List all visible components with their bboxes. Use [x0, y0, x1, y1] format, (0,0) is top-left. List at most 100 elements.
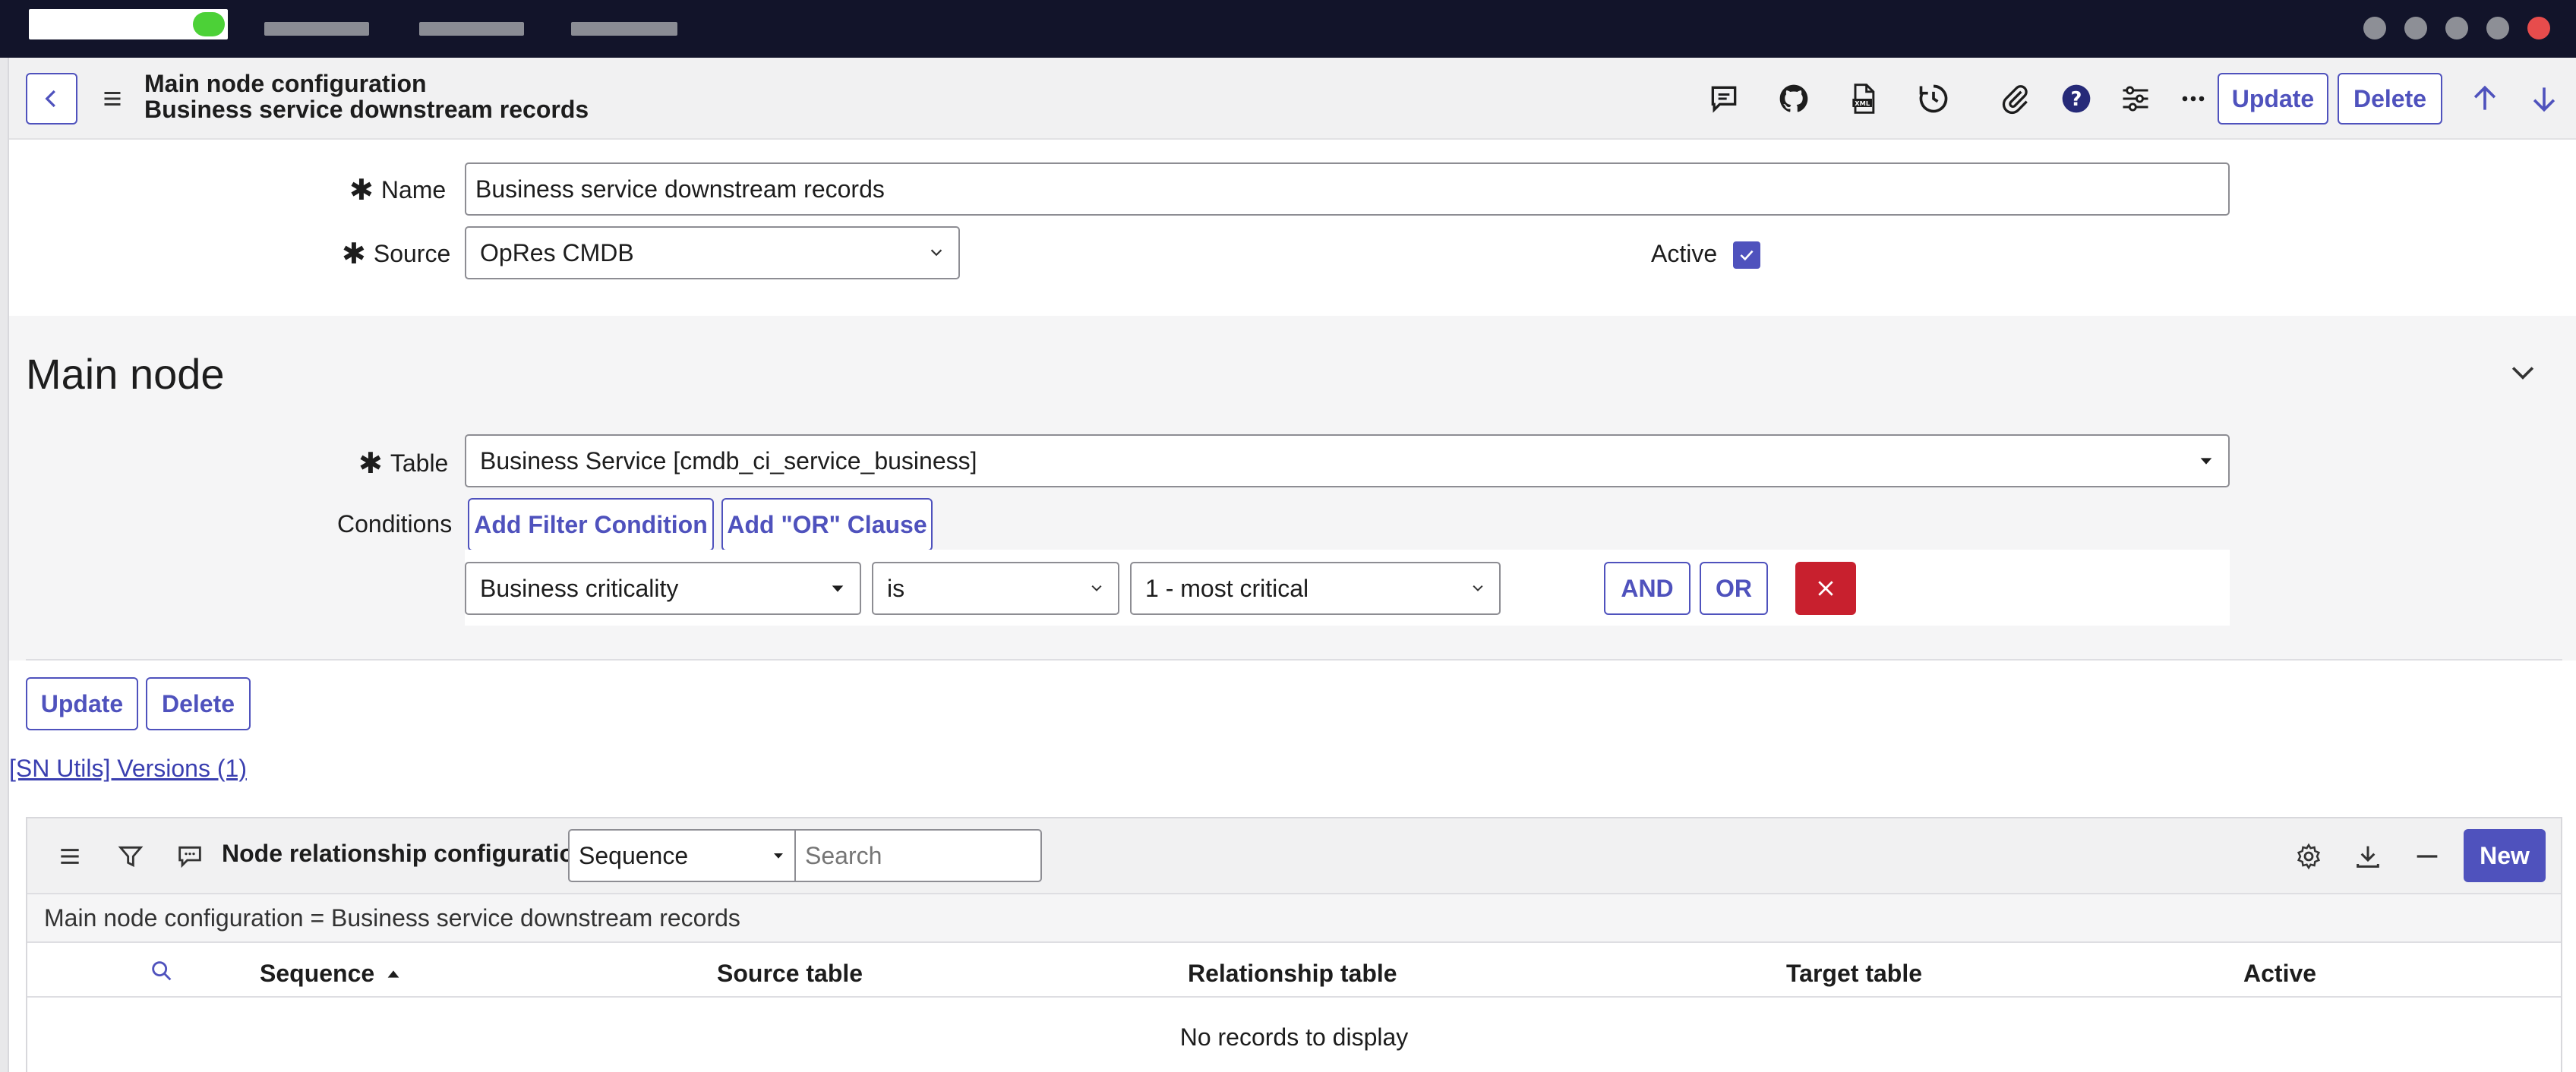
arrow-up-icon[interactable]: [2462, 76, 2508, 121]
close-icon: [1818, 581, 1833, 596]
condition-field-select[interactable]: Business criticality: [465, 562, 861, 615]
table-column-headers: Sequence Source table Relationship table…: [27, 944, 2561, 998]
delete-button[interactable]: Delete: [2338, 73, 2442, 125]
nav-menu-item[interactable]: [419, 22, 524, 36]
status-indicator-icon: [193, 12, 225, 36]
column-header-sequence[interactable]: Sequence: [260, 960, 402, 988]
search-field-select[interactable]: Sequence: [568, 829, 796, 882]
condition-operator-value: is: [887, 574, 905, 602]
github-icon[interactable]: [1771, 76, 1817, 121]
required-asterisk-icon: ✱: [342, 238, 366, 270]
column-header-label: Sequence: [260, 960, 375, 987]
chevron-left-icon: [45, 90, 55, 108]
window-dot-icon[interactable]: [2404, 17, 2427, 39]
table-select[interactable]: Business Service [cmdb_ci_service_busine…: [465, 434, 2230, 487]
table-label-group: ✱ Table: [358, 446, 448, 481]
condition-value-text: 1 - most critical: [1145, 574, 1309, 602]
filter-icon[interactable]: [115, 841, 146, 872]
column-header-active[interactable]: Active: [2243, 960, 2316, 988]
window-dot-icon[interactable]: [2486, 17, 2509, 39]
left-edge-strip: [0, 58, 9, 1072]
form-subtitle: Business service downstream records: [144, 96, 589, 123]
column-search-icon[interactable]: [149, 958, 176, 985]
source-select-value: OpRes CMDB: [480, 238, 634, 266]
attachment-icon[interactable]: [1993, 76, 2038, 121]
column-header-relationship-table[interactable]: Relationship table: [1188, 960, 1397, 988]
active-checkbox[interactable]: [1733, 241, 1760, 269]
chevron-down-icon: [1091, 585, 1102, 591]
condition-field-value: Business criticality: [480, 574, 679, 602]
update-button-bottom[interactable]: Update: [26, 677, 138, 730]
related-list-header: Node relationship configurations Sequenc…: [27, 818, 2561, 894]
help-icon[interactable]: ?: [2054, 76, 2099, 121]
table-select-value: Business Service [cmdb_ci_service_busine…: [480, 446, 977, 475]
caret-down-icon: [832, 585, 844, 592]
sort-ascending-icon: [387, 970, 399, 978]
comment-icon[interactable]: [1701, 76, 1747, 121]
and-button[interactable]: AND: [1604, 562, 1690, 615]
condition-operator-select[interactable]: is: [872, 562, 1119, 615]
history-icon[interactable]: [1911, 76, 1956, 121]
checkmark-icon: [1740, 250, 1754, 261]
context-menu-icon[interactable]: [99, 85, 126, 112]
add-or-clause-button[interactable]: Add "OR" Clause: [721, 498, 933, 551]
empty-state-text: No records to display: [1179, 1023, 1409, 1051]
column-header-target-table[interactable]: Target table: [1786, 960, 1922, 988]
source-label-group: ✱ Source: [342, 237, 450, 271]
or-button[interactable]: OR: [1700, 562, 1768, 615]
arrow-down-icon[interactable]: [2521, 76, 2567, 121]
nav-menu-item[interactable]: [264, 22, 369, 36]
update-button[interactable]: Update: [2218, 73, 2328, 125]
settings-gear-icon[interactable]: [2293, 841, 2324, 872]
more-options-icon[interactable]: [2170, 76, 2216, 121]
list-menu-icon[interactable]: [55, 841, 85, 872]
related-list: Node relationship configurations Sequenc…: [26, 817, 2562, 1072]
personalize-icon[interactable]: [2113, 76, 2158, 121]
window-dot-icon[interactable]: [2445, 17, 2468, 39]
active-label: Active: [1651, 240, 1718, 267]
chevron-down-icon: [930, 249, 942, 257]
collapse-section-icon[interactable]: [2506, 355, 2540, 389]
form-header: Main node configuration Business service…: [9, 58, 2576, 140]
divider: [26, 659, 2562, 661]
source-select[interactable]: OpRes CMDB: [465, 226, 960, 279]
activity-stream-icon[interactable]: [175, 841, 205, 872]
table-label: Table: [390, 449, 449, 477]
back-button[interactable]: [26, 73, 77, 125]
new-button[interactable]: New: [2464, 829, 2546, 882]
delete-button-bottom[interactable]: Delete: [146, 677, 251, 730]
chevron-down-icon: [1473, 585, 1483, 591]
window-dot-icon[interactable]: [2363, 17, 2386, 39]
top-navigation-bar: [0, 0, 2576, 58]
required-asterisk-icon: ✱: [349, 175, 374, 207]
caret-down-icon: [774, 853, 783, 859]
delete-condition-button[interactable]: [1795, 562, 1856, 615]
close-window-icon[interactable]: [2527, 17, 2550, 39]
conditions-label: Conditions: [337, 510, 453, 538]
main-node-section: Main node ✱ Table Business Service [cmdb…: [9, 316, 2576, 661]
svg-text:XML: XML: [1855, 99, 1870, 107]
search-field-value: Sequence: [579, 841, 689, 869]
search-input[interactable]: [794, 829, 1042, 882]
nav-menu-item[interactable]: [571, 22, 677, 36]
breadcrumb[interactable]: Main node configuration = Business servi…: [27, 894, 2561, 943]
source-label: Source: [373, 240, 451, 267]
versions-link[interactable]: [SN Utils] Versions (1): [9, 755, 247, 783]
caret-down-icon: [2200, 458, 2212, 465]
condition-value-select[interactable]: 1 - most critical: [1130, 562, 1501, 615]
column-header-source-table[interactable]: Source table: [717, 960, 863, 988]
xml-file-icon[interactable]: XML: [1841, 76, 1886, 121]
name-label-group: ✱ Name: [349, 173, 446, 207]
name-field[interactable]: Business service downstream records: [465, 162, 2230, 216]
name-label: Name: [380, 176, 447, 203]
minimize-icon[interactable]: [2412, 841, 2442, 872]
form-title: Main node configuration: [144, 70, 427, 97]
related-list-title: Node relationship configurations: [222, 840, 603, 867]
svg-text:?: ?: [2071, 88, 2082, 111]
add-filter-condition-button[interactable]: Add Filter Condition: [468, 498, 714, 551]
download-icon[interactable]: [2353, 841, 2383, 872]
section-heading: Main node: [26, 350, 225, 398]
condition-row: Business criticality is 1 - most critica…: [465, 550, 2230, 626]
name-field-value: Business service downstream records: [475, 175, 885, 203]
required-asterisk-icon: ✱: [358, 448, 383, 480]
